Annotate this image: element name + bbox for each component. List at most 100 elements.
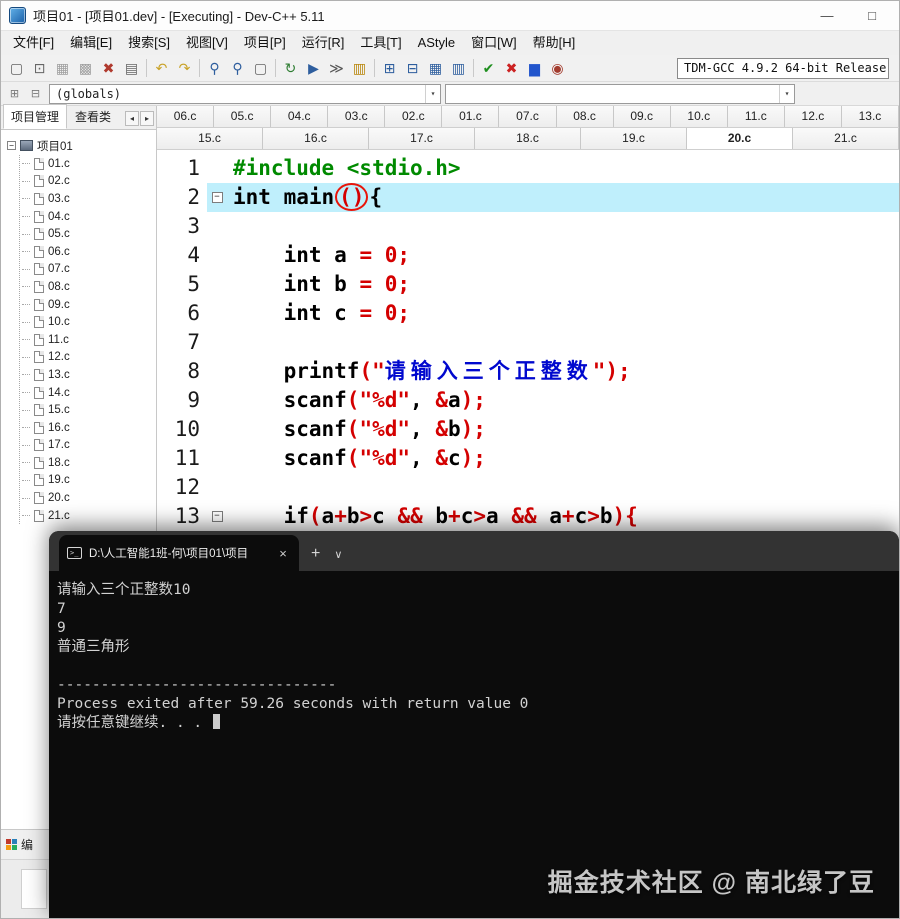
tree-item-01.c[interactable]: 01.c	[20, 155, 154, 173]
editor-tab-04.c[interactable]: 04.c	[271, 106, 329, 127]
menu-run[interactable]: 运行[R]	[294, 31, 353, 55]
editor-tab-10.c[interactable]: 10.c	[670, 106, 728, 127]
menu-astyle[interactable]: AStyle	[410, 31, 464, 55]
goto-definition-icon[interactable]: ⊟	[26, 85, 45, 103]
chevron-down-icon[interactable]: ▾	[779, 84, 794, 103]
new-tab-button[interactable]: +	[311, 545, 320, 563]
editor-tab-20.c[interactable]: 20.c	[687, 128, 793, 149]
undo-icon[interactable]: ↶	[150, 57, 173, 79]
menu-window[interactable]: 窗口[W]	[463, 31, 525, 55]
close-file-icon[interactable]: ✖	[97, 57, 120, 79]
tree-item-18.c[interactable]: 18.c	[20, 454, 154, 472]
rebuild-icon[interactable]: ▥	[348, 57, 371, 79]
tab-project-manager[interactable]: 项目管理	[3, 104, 68, 129]
code-line-8[interactable]: 8 printf("请输入三个正整数");	[157, 357, 899, 386]
terminal-tab[interactable]: >_ D:\人工智能1班-何\项目01\项目 ×	[59, 535, 299, 571]
editor-tab-01.c[interactable]: 01.c	[442, 106, 500, 127]
close-icon[interactable]: ×	[275, 546, 291, 561]
tree-item-08.c[interactable]: 08.c	[20, 278, 154, 296]
editor-tab-08.c[interactable]: 08.c	[556, 106, 614, 127]
maximize-button[interactable]: □	[853, 3, 891, 29]
editor-tab-05.c[interactable]: 05.c	[214, 106, 272, 127]
tab-scroll-left-icon[interactable]: ◂	[125, 111, 139, 126]
tree-item-02.c[interactable]: 02.c	[20, 173, 154, 191]
tree-item-10.c[interactable]: 10.c	[20, 313, 154, 331]
tree-item-20.c[interactable]: 20.c	[20, 489, 154, 507]
menu-search[interactable]: 搜索[S]	[120, 31, 178, 55]
tab-class-view[interactable]: 查看类	[67, 104, 119, 129]
tree-item-12.c[interactable]: 12.c	[20, 349, 154, 367]
view-report-icon[interactable]: ⊟	[401, 57, 424, 79]
tree-item-05.c[interactable]: 05.c	[20, 225, 154, 243]
tree-item-06.c[interactable]: 06.c	[20, 243, 154, 261]
code-line-12[interactable]: 12	[157, 473, 899, 502]
replace-icon[interactable]: ⚲	[226, 57, 249, 79]
save-all-icon[interactable]: ▩	[74, 57, 97, 79]
abort-icon[interactable]: ✖	[500, 57, 523, 79]
tree-item-19.c[interactable]: 19.c	[20, 472, 154, 490]
tree-item-14.c[interactable]: 14.c	[20, 384, 154, 402]
code-line-7[interactable]: 7	[157, 328, 899, 357]
compile-icon[interactable]: ↻	[279, 57, 302, 79]
menu-project[interactable]: 项目[P]	[236, 31, 294, 55]
view-statusbar-icon[interactable]: ▥	[447, 57, 470, 79]
save-icon[interactable]: ▦	[51, 57, 74, 79]
code-line-6[interactable]: 6 int c = 0;	[157, 299, 899, 328]
view-toolbars-icon[interactable]: ▦	[424, 57, 447, 79]
globals-select[interactable]: (globals) ▾	[49, 83, 441, 104]
editor-tab-19.c[interactable]: 19.c	[581, 128, 687, 149]
chevron-down-icon[interactable]: ▾	[425, 84, 440, 103]
editor-tab-06.c[interactable]: 06.c	[157, 106, 215, 127]
code-line-4[interactable]: 4 int a = 0;	[157, 241, 899, 270]
profiling-delete-icon[interactable]: ◉	[546, 57, 569, 79]
tree-item-17.c[interactable]: 17.c	[20, 437, 154, 455]
print-icon[interactable]: ▤	[120, 57, 143, 79]
code-line-1[interactable]: 1 #include <stdio.h>	[157, 154, 899, 183]
project-root-node[interactable]: − 项目01	[7, 136, 154, 155]
open-file-icon[interactable]: ⊡	[28, 57, 51, 79]
goto-declaration-icon[interactable]: ⊞	[5, 85, 24, 103]
profile-icon[interactable]: ▆	[523, 57, 546, 79]
tree-item-15.c[interactable]: 15.c	[20, 401, 154, 419]
redo-icon[interactable]: ↷	[173, 57, 196, 79]
editor-tab-16.c[interactable]: 16.c	[263, 128, 369, 149]
tree-item-03.c[interactable]: 03.c	[20, 190, 154, 208]
editor-tab-09.c[interactable]: 09.c	[613, 106, 671, 127]
view-project-icon[interactable]: ⊞	[378, 57, 401, 79]
goto-line-icon[interactable]: ▢	[249, 57, 272, 79]
code-line-5[interactable]: 5 int b = 0;	[157, 270, 899, 299]
editor-tab-15.c[interactable]: 15.c	[157, 128, 263, 149]
menu-help[interactable]: 帮助[H]	[525, 31, 584, 55]
tree-item-16.c[interactable]: 16.c	[20, 419, 154, 437]
fold-marker-icon[interactable]: −	[211, 511, 223, 522]
terminal-body[interactable]: 请输入三个正整数10 7 9 普通三角形 -----------------------…	[49, 571, 899, 733]
tree-item-07.c[interactable]: 07.c	[20, 261, 154, 279]
editor-tab-07.c[interactable]: 07.c	[499, 106, 557, 127]
menu-tools[interactable]: 工具[T]	[352, 31, 409, 55]
tree-item-21.c[interactable]: 21.c	[20, 507, 154, 525]
members-select[interactable]: ▾	[445, 83, 795, 104]
code-line-13[interactable]: 13− if(a+b>c && b+c>a && a+c>b){	[157, 502, 899, 531]
fold-marker-icon[interactable]: −	[211, 192, 223, 203]
editor-tab-18.c[interactable]: 18.c	[475, 128, 581, 149]
editor-tab-21.c[interactable]: 21.c	[793, 128, 899, 149]
tree-item-11.c[interactable]: 11.c	[20, 331, 154, 349]
code-line-9[interactable]: 9 scanf("%d", &a);	[157, 386, 899, 415]
editor-tab-03.c[interactable]: 03.c	[328, 106, 386, 127]
editor-tab-17.c[interactable]: 17.c	[369, 128, 475, 149]
editor-tab-11.c[interactable]: 11.c	[727, 106, 785, 127]
find-icon[interactable]: ⚲	[203, 57, 226, 79]
editor-tab-12.c[interactable]: 12.c	[784, 106, 842, 127]
code-line-10[interactable]: 10 scanf("%d", &b);	[157, 415, 899, 444]
code-line-3[interactable]: 3	[157, 212, 899, 241]
code-line-2[interactable]: 2− int main(){	[157, 183, 899, 212]
compiler-panel-tab[interactable]: 编	[1, 829, 49, 859]
editor-tab-13.c[interactable]: 13.c	[841, 106, 899, 127]
menu-file[interactable]: 文件[F]	[5, 31, 62, 55]
tab-scroll-right-icon[interactable]: ▸	[140, 111, 154, 126]
menu-edit[interactable]: 编辑[E]	[62, 31, 120, 55]
tree-item-09.c[interactable]: 09.c	[20, 296, 154, 314]
chevron-down-icon[interactable]: ∨	[334, 548, 342, 561]
tree-item-04.c[interactable]: 04.c	[20, 208, 154, 226]
compile-run-icon[interactable]: ≫	[325, 57, 348, 79]
